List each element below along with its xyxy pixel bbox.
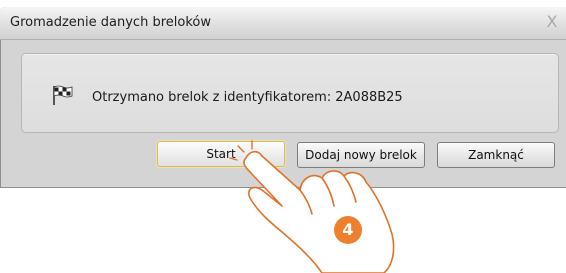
- start-button[interactable]: Start: [157, 141, 285, 167]
- add-new-fob-button[interactable]: Dodaj nowy brelok: [297, 142, 425, 168]
- dialog-title: Gromadzenie danych breloków: [10, 15, 211, 30]
- step-number-badge: 4: [334, 216, 362, 244]
- message-text: Otrzymano brelok z identyfikatorem: 2A08…: [92, 90, 403, 105]
- checkered-flag-icon: [53, 85, 73, 105]
- message-panel: Otrzymano brelok z identyfikatorem: 2A08…: [21, 53, 559, 133]
- close-button[interactable]: Zamknąć: [437, 142, 555, 168]
- close-icon[interactable]: X: [542, 12, 562, 32]
- dialog-titlebar: Gromadzenie danych breloków X: [0, 7, 566, 40]
- stage: Gromadzenie danych breloków X Otrzymano …: [0, 0, 566, 273]
